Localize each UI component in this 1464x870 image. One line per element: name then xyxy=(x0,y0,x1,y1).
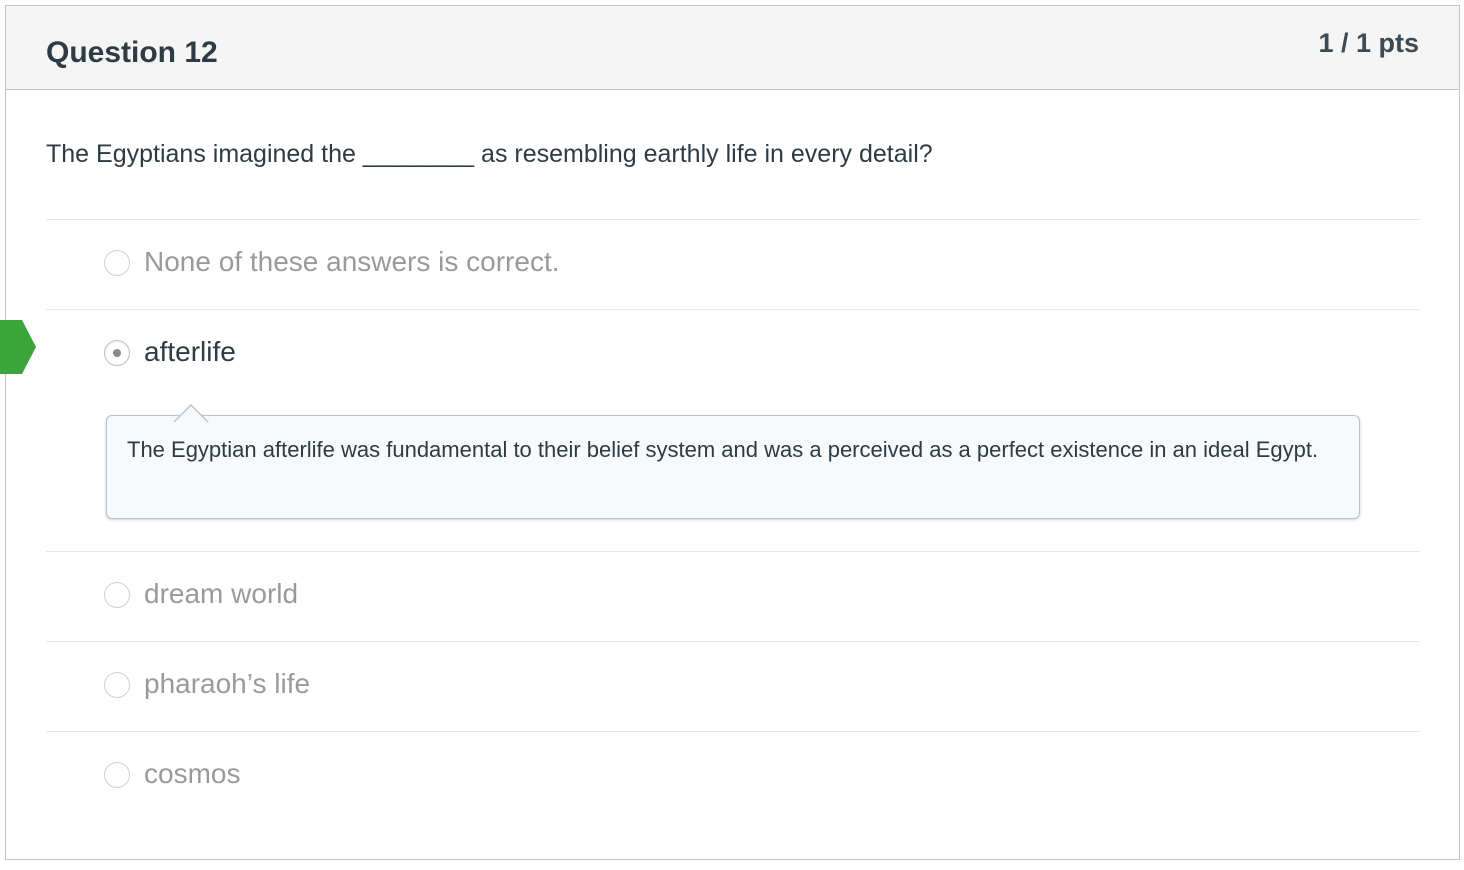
answer-option[interactable]: cosmos xyxy=(46,731,1420,821)
answer-label: pharaoh’s life xyxy=(144,668,311,699)
answer-label: afterlife xyxy=(144,336,236,367)
feedback-text: The Egyptian afterlife was fundamental t… xyxy=(127,437,1319,462)
answer-option[interactable]: None of these answers is correct. xyxy=(46,219,1420,309)
answer-option-selected[interactable]: afterlife The Egyptian afterlife was fun… xyxy=(46,309,1420,551)
answer-label: None of these answers is correct. xyxy=(144,246,560,277)
radio-button[interactable] xyxy=(104,672,130,698)
answer-option[interactable]: pharaoh’s life xyxy=(46,641,1420,731)
radio-button[interactable] xyxy=(104,762,130,788)
answer-label: dream world xyxy=(144,578,299,609)
question-title: Question 12 xyxy=(46,36,218,69)
answer-option[interactable]: dream world xyxy=(46,551,1420,641)
answer-list: None of these answers is correct. afterl… xyxy=(46,219,1420,821)
question-card: Question 12 1 / 1 pts The Egyptians imag… xyxy=(5,5,1460,860)
question-header: Question 12 1 / 1 pts xyxy=(6,6,1459,90)
answer-label: cosmos xyxy=(144,758,241,789)
feedback-pointer-inner xyxy=(174,406,208,423)
correct-answer-arrow-icon xyxy=(0,320,36,374)
radio-button-checked[interactable] xyxy=(104,340,130,366)
question-text: The Egyptians imagined the ________ as r… xyxy=(46,140,933,168)
radio-button[interactable] xyxy=(104,582,130,608)
answer-feedback: The Egyptian afterlife was fundamental t… xyxy=(106,404,1360,519)
radio-button[interactable] xyxy=(104,250,130,276)
question-points: 1 / 1 pts xyxy=(1318,28,1419,58)
radio-dot-icon xyxy=(113,349,121,357)
